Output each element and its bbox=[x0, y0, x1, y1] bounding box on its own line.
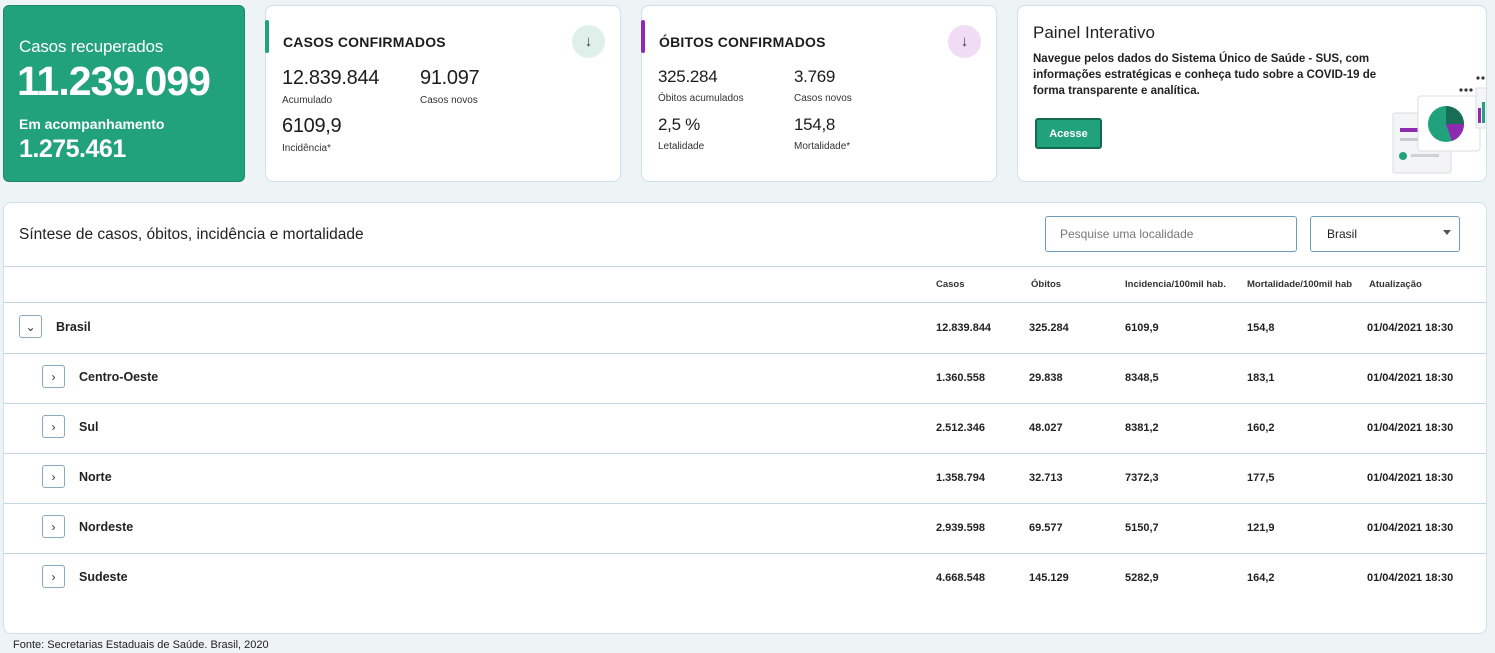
row-cases: 12.839.844 bbox=[936, 322, 992, 334]
table-row[interactable]: › Sul 2.512.346 48.027 8381,2 160,2 01/0… bbox=[4, 404, 1486, 453]
row-updated: 01/04/2021 18:30 bbox=[1367, 322, 1454, 334]
row-name: Centro-Oeste bbox=[79, 370, 159, 384]
row-name: Sul bbox=[79, 420, 99, 434]
row-name: Nordeste bbox=[79, 520, 134, 534]
row-deaths: 325.284 bbox=[1029, 322, 1069, 334]
row-cases: 1.358.794 bbox=[936, 472, 985, 484]
confirmed-accent-bar bbox=[265, 20, 269, 53]
table-row[interactable]: › Sudeste 4.668.548 145.129 5282,9 164,2… bbox=[4, 554, 1486, 603]
download-icon[interactable]: ↓ bbox=[948, 25, 981, 58]
painel-description: Navegue pelos dados do Sistema Único de … bbox=[1033, 53, 1377, 97]
row-deaths: 29.838 bbox=[1029, 372, 1063, 384]
row-deaths: 48.027 bbox=[1029, 422, 1063, 434]
divider bbox=[4, 266, 1486, 267]
row-incidence: 5282,9 bbox=[1125, 572, 1159, 584]
deaths-accumulated-label: Óbitos acumulados bbox=[658, 93, 744, 104]
deaths-accumulated: 325.284 bbox=[658, 67, 718, 86]
acesse-button[interactable]: Acesse bbox=[1035, 118, 1102, 149]
row-mortality: 160,2 bbox=[1247, 422, 1275, 434]
deaths-new-cases: 3.769 bbox=[794, 67, 836, 86]
region-select-value: Brasil bbox=[1327, 227, 1358, 241]
table-row[interactable]: ⌄ Brasil 12.839.844 325.284 6109,9 154,8… bbox=[4, 304, 1486, 353]
summary-table-panel: Síntese de casos, óbitos, incidência e m… bbox=[3, 202, 1487, 634]
row-updated: 01/04/2021 18:30 bbox=[1367, 522, 1454, 534]
deaths-lethality: 2,5 % bbox=[658, 115, 700, 134]
header-updated: Atualização bbox=[1369, 279, 1422, 290]
row-updated: 01/04/2021 18:30 bbox=[1367, 572, 1454, 584]
follow-label: Em acompanhamento bbox=[19, 116, 165, 132]
row-mortality: 164,2 bbox=[1247, 572, 1275, 584]
confirmed-accumulated-label: Acumulado bbox=[282, 95, 333, 106]
row-deaths: 69.577 bbox=[1029, 522, 1063, 534]
recovered-label: Casos recuperados bbox=[19, 37, 164, 56]
chevron-right-icon[interactable]: › bbox=[42, 515, 65, 538]
row-cases: 1.360.558 bbox=[936, 372, 985, 384]
header-mortality: Mortalidade/100mil hab bbox=[1247, 279, 1353, 290]
recovered-card: Casos recuperados 11.239.099 Em acompanh… bbox=[3, 5, 245, 182]
row-incidence: 8348,5 bbox=[1125, 372, 1159, 384]
confirmed-title: CASOS CONFIRMADOS bbox=[283, 34, 446, 50]
chevron-right-icon[interactable]: › bbox=[42, 565, 65, 588]
row-deaths: 32.713 bbox=[1029, 472, 1063, 484]
row-deaths: 145.129 bbox=[1029, 572, 1069, 584]
header-incidence: Incidencia/100mil hab. bbox=[1125, 279, 1226, 290]
deaths-new-cases-label: Casos novos bbox=[794, 93, 852, 104]
follow-value: 1.275.461 bbox=[19, 135, 126, 163]
header-deaths: Óbitos bbox=[1031, 279, 1062, 290]
deaths-mortality: 154,8 bbox=[794, 115, 836, 134]
dashboard-illustration-icon bbox=[1392, 76, 1486, 174]
header-cases: Casos bbox=[936, 279, 965, 290]
confirmed-incidence: 6109,9 bbox=[282, 115, 342, 137]
row-incidence: 8381,2 bbox=[1125, 422, 1159, 434]
row-name: Sudeste bbox=[79, 570, 128, 584]
chevron-down-icon bbox=[1443, 230, 1451, 235]
row-updated: 01/04/2021 18:30 bbox=[1367, 472, 1454, 484]
confirmed-new-cases: 91.097 bbox=[420, 67, 480, 89]
deaths-mortality-label: Mortalidade* bbox=[794, 141, 851, 152]
chevron-right-icon[interactable]: › bbox=[42, 365, 65, 388]
table-row[interactable]: › Norte 1.358.794 32.713 7372,3 177,5 01… bbox=[4, 454, 1486, 503]
confirmed-cases-card: CASOS CONFIRMADOS ↓ 12.839.844 Acumulado… bbox=[265, 5, 621, 182]
divider bbox=[4, 302, 1486, 303]
row-cases: 2.512.346 bbox=[936, 422, 985, 434]
download-icon[interactable]: ↓ bbox=[572, 25, 605, 58]
deaths-card: ÓBITOS CONFIRMADOS ↓ 325.284 Óbitos acum… bbox=[641, 5, 997, 182]
row-mortality: 154,8 bbox=[1247, 322, 1275, 334]
row-updated: 01/04/2021 18:30 bbox=[1367, 372, 1454, 384]
confirmed-incidence-label: Incidência* bbox=[282, 143, 331, 154]
row-cases: 2.939.598 bbox=[936, 522, 985, 534]
row-updated: 01/04/2021 18:30 bbox=[1367, 422, 1454, 434]
row-incidence: 7372,3 bbox=[1125, 472, 1159, 484]
location-search-input[interactable] bbox=[1045, 216, 1297, 252]
confirmed-new-cases-label: Casos novos bbox=[420, 95, 478, 106]
table-row[interactable]: › Nordeste 2.939.598 69.577 5150,7 121,9… bbox=[4, 504, 1486, 553]
row-incidence: 6109,9 bbox=[1125, 322, 1159, 334]
region-select[interactable]: Brasil bbox=[1310, 216, 1460, 252]
row-mortality: 183,1 bbox=[1247, 372, 1275, 384]
confirmed-accumulated: 12.839.844 bbox=[282, 67, 380, 89]
painel-interativo-card: Painel Interativo Navegue pelos dados do… bbox=[1017, 5, 1487, 182]
recovered-value: 11.239.099 bbox=[17, 58, 211, 104]
chevron-right-icon[interactable]: › bbox=[42, 415, 65, 438]
row-incidence: 5150,7 bbox=[1125, 522, 1159, 534]
row-cases: 4.668.548 bbox=[936, 572, 985, 584]
chevron-down-icon[interactable]: ⌄ bbox=[19, 315, 42, 338]
deaths-title: ÓBITOS CONFIRMADOS bbox=[659, 34, 826, 50]
table-row[interactable]: › Centro-Oeste 1.360.558 29.838 8348,5 1… bbox=[4, 354, 1486, 403]
row-mortality: 121,9 bbox=[1247, 522, 1275, 534]
deaths-accent-bar bbox=[641, 20, 645, 53]
source-footer: Fonte: Secretarias Estaduais de Saúde. B… bbox=[13, 639, 269, 651]
row-mortality: 177,5 bbox=[1247, 472, 1275, 484]
chevron-right-icon[interactable]: › bbox=[42, 465, 65, 488]
row-name: Norte bbox=[79, 470, 112, 484]
painel-title: Painel Interativo bbox=[1033, 23, 1155, 42]
table-title: Síntese de casos, óbitos, incidência e m… bbox=[19, 226, 364, 243]
row-name: Brasil bbox=[56, 320, 91, 334]
deaths-lethality-label: Letalidade bbox=[658, 141, 705, 152]
